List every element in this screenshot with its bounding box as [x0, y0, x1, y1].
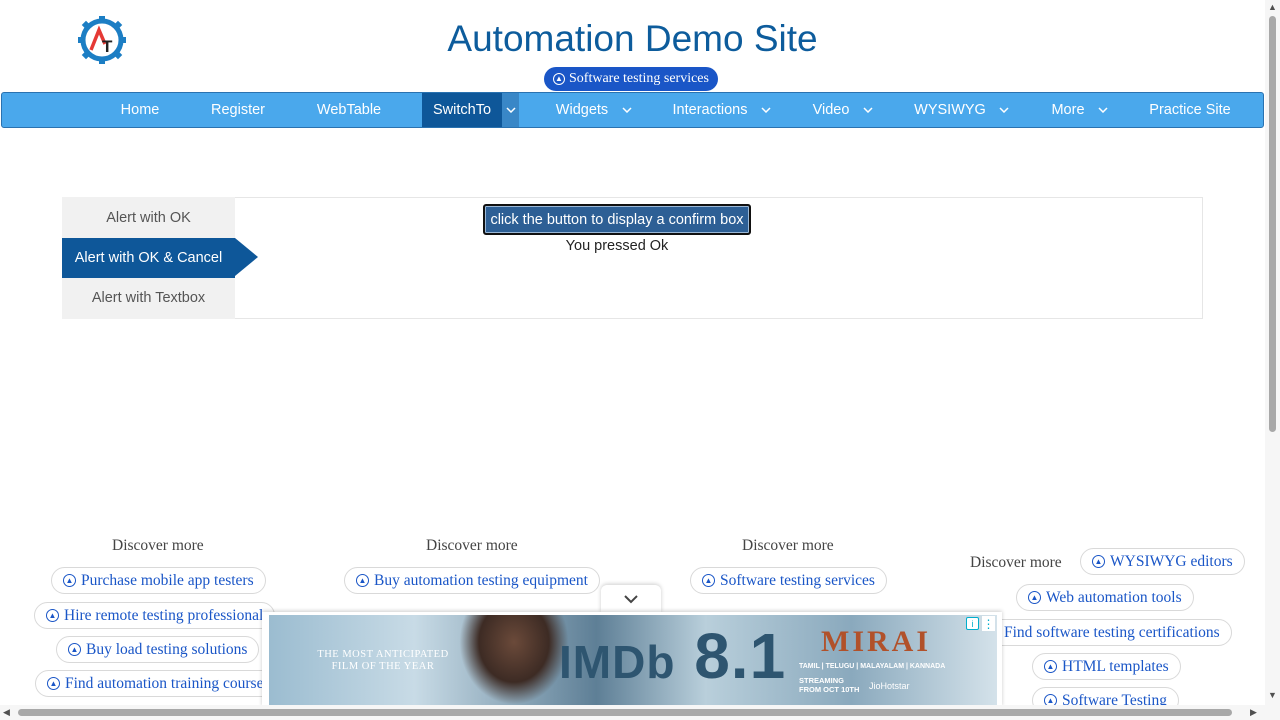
arrow-up-circle-icon: ▲	[1092, 555, 1105, 568]
discover-link[interactable]: ▲ WYSIWYG editors	[1080, 548, 1245, 575]
arrow-up-circle-icon: ▲	[46, 609, 59, 622]
ad-tagline: THE MOST ANTICIPATED FILM OF THE YEAR	[317, 649, 449, 673]
discover-link-label: Find automation training course	[65, 674, 264, 692]
nav-more[interactable]: More	[1042, 93, 1094, 127]
discover-link[interactable]: ▲ Buy automation testing equipment	[344, 567, 600, 594]
nav-widgets-label: Widgets	[555, 102, 609, 118]
discover-link[interactable]: ▲ Hire remote testing professional	[34, 602, 276, 629]
chevron-down-icon[interactable]	[861, 93, 875, 127]
site-title: Automation Demo Site	[447, 18, 818, 59]
discover-link[interactable]: ▲ HTML templates	[1032, 653, 1181, 680]
tab-alert-ok-cancel[interactable]: Alert with OK & Cancel	[62, 238, 235, 278]
discover-link-label: Buy load testing solutions	[86, 640, 248, 658]
alert-tabs: Alert with OK Alert with OK & Cancel Ale…	[62, 197, 235, 319]
ad-movie-title: MIRAI	[821, 625, 931, 658]
nav-interactions-label: Interactions	[672, 102, 748, 118]
arrow-up-circle-icon: ▲	[702, 574, 715, 587]
arrow-up-circle-icon: ▲	[63, 574, 76, 587]
confirm-result-text: You pressed Ok	[565, 238, 669, 254]
nav-video[interactable]: Video	[802, 93, 860, 127]
tab-alert-textbox-label: Alert with Textbox	[91, 290, 206, 306]
discover-link[interactable]: ▲ Purchase mobile app testers	[51, 567, 266, 594]
discover-link[interactable]: ▲ Web automation tools	[1016, 584, 1194, 611]
discover-link[interactable]: ▲Find software testing certifications	[974, 619, 1232, 646]
discover-more-heading: Discover more	[742, 537, 834, 554]
nav-wysiwyg-label: WYSIWYG	[914, 102, 986, 118]
nav-video-label: Video	[812, 102, 850, 118]
nav-webtable[interactable]: WebTable	[306, 93, 392, 127]
ad-platform: JioHotstar	[869, 681, 910, 691]
discover-link-label: Find software testing certifications	[1004, 623, 1220, 641]
ad-banner[interactable]: THE MOST ANTICIPATED FILM OF THE YEAR IM…	[269, 615, 997, 705]
nav-home[interactable]: Home	[110, 93, 170, 127]
tab-alert-textbox[interactable]: Alert with Textbox	[62, 278, 235, 318]
nav-register-label: Register	[211, 102, 265, 118]
tab-alert-ok[interactable]: Alert with OK	[62, 198, 235, 238]
discover-link-label: Web automation tools	[1046, 588, 1182, 606]
nav-interactions[interactable]: Interactions	[664, 93, 756, 127]
active-tab-arrow	[235, 238, 258, 276]
horizontal-scroll-thumb[interactable]	[18, 709, 1232, 716]
arrow-up-circle-icon: ▲	[553, 73, 565, 85]
discover-link-label: Buy automation testing equipment	[374, 571, 588, 589]
nav-more-label: More	[1051, 102, 1085, 118]
ad-info-icon[interactable]: i	[966, 617, 979, 630]
arrow-up-circle-icon: ▲	[356, 574, 369, 587]
nav-wysiwyg[interactable]: WYSIWYG	[904, 93, 996, 127]
nav-practice-site-label: Practice Site	[1149, 102, 1231, 118]
vertical-scrollbar[interactable]: ▲ ▼	[1265, 0, 1280, 720]
software-testing-services-link[interactable]: ▲ Software testing services	[544, 67, 718, 91]
ad-languages: TAMIL | TELUGU | MALAYALAM | KANNADA	[799, 663, 946, 670]
nav-home-label: Home	[120, 102, 160, 118]
discover-link-label: Purchase mobile app testers	[81, 571, 254, 589]
arrow-up-circle-icon: ▲	[68, 643, 81, 656]
discover-link-label: WYSIWYG editors	[1110, 552, 1233, 570]
nav-widgets[interactable]: Widgets	[547, 93, 617, 127]
nav-practice-site[interactable]: Practice Site	[1140, 93, 1240, 127]
discover-more-heading: Discover more	[426, 537, 518, 554]
discover-link[interactable]: ▲ Buy load testing solutions	[56, 636, 260, 663]
chevron-down-icon[interactable]	[502, 93, 519, 127]
display-confirm-box-button[interactable]: click the button to display a confirm bo…	[483, 204, 751, 235]
discover-link-label: Software testing services	[720, 571, 875, 589]
vertical-scroll-thumb[interactable]	[1269, 16, 1276, 432]
arrow-up-circle-icon: ▲	[1028, 591, 1041, 604]
ad-rating: IMDb 8.1	[559, 619, 786, 693]
scroll-down-icon[interactable]: ▼	[1268, 690, 1277, 700]
ad-options-icon[interactable]: ⋮	[982, 616, 995, 631]
ad-streaming-date: STREAMING FROM OCT 10TH	[799, 676, 860, 694]
ad-collapse-button[interactable]	[601, 585, 661, 613]
nav-webtable-label: WebTable	[316, 102, 382, 118]
nav-switchto[interactable]: SwitchTo	[422, 93, 502, 127]
ad-rating-value: 8.1	[694, 620, 787, 692]
tab-alert-ok-cancel-label: Alert with OK & Cancel	[74, 250, 223, 266]
chevron-down-icon	[624, 595, 638, 604]
chevron-down-icon[interactable]	[620, 93, 634, 127]
tab-alert-ok-label: Alert with OK	[106, 210, 191, 226]
horizontal-scrollbar[interactable]: ◀ ▶	[0, 705, 1265, 720]
arrow-up-circle-icon: ▲	[1044, 660, 1057, 673]
discover-link[interactable]: ▲ Software testing services	[690, 567, 887, 594]
discover-more-heading: Discover more	[970, 554, 1062, 571]
scroll-left-icon[interactable]: ◀	[3, 707, 10, 718]
scroll-right-icon[interactable]: ▶	[1250, 707, 1257, 718]
services-pill-label: Software testing services	[569, 71, 709, 86]
discover-more-heading: Discover more	[112, 537, 204, 554]
chevron-down-icon[interactable]	[759, 93, 773, 127]
arrow-up-circle-icon: ▲	[47, 677, 60, 690]
discover-link[interactable]: ▲ Find automation training course	[35, 670, 276, 697]
ad-imdb-label: IMDb	[559, 636, 676, 688]
nav-register[interactable]: Register	[200, 93, 276, 127]
discover-link-label: HTML templates	[1062, 657, 1169, 675]
main-nav: Home Register WebTable SwitchTo Widgets …	[1, 92, 1264, 128]
discover-link-label: Hire remote testing professional	[64, 606, 264, 624]
chevron-down-icon[interactable]	[1096, 93, 1110, 127]
chevron-down-icon[interactable]	[997, 93, 1011, 127]
nav-switchto-label: SwitchTo	[432, 102, 492, 118]
ad-actor-image	[459, 615, 569, 705]
scroll-up-icon[interactable]: ▲	[1268, 2, 1277, 12]
